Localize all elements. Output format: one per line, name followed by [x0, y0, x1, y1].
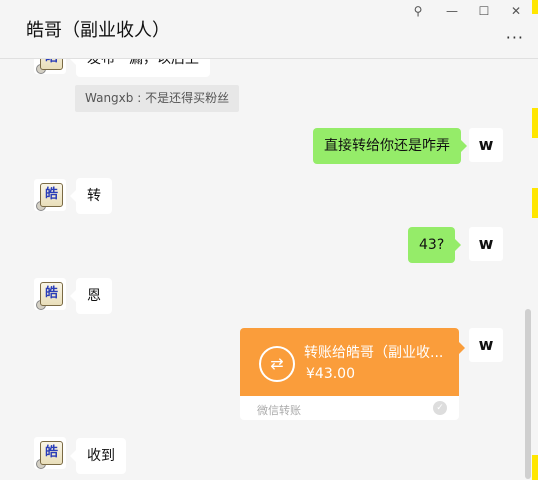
pin-icon[interactable]: ⚲ — [407, 2, 429, 20]
peer-avatar[interactable]: 皓 — [34, 437, 66, 469]
background-window-edge — [532, 108, 538, 138]
more-options-icon[interactable]: ··· — [506, 28, 524, 47]
peer-message[interactable]: 恩 — [70, 278, 112, 314]
peer-message[interactable]: 收到 — [70, 438, 126, 474]
minimize-icon[interactable]: — — [441, 2, 463, 20]
message-list: 皓 发布一漏，以后上 Wangxb : 不是还得买粉丝 直接转给你还是咋弄 ᴡ … — [0, 59, 538, 480]
background-window-edge — [532, 188, 538, 218]
transfer-title: 转账给皓哥（副业收... — [304, 345, 444, 361]
peer-message[interactable]: 转 — [70, 178, 112, 214]
quoted-reply-note[interactable]: Wangxb : 不是还得买粉丝 — [75, 85, 240, 112]
avatar-tile: 皓 — [40, 183, 63, 207]
transfer-amount: ¥43.00 — [306, 366, 355, 382]
title-bar: 皓哥（副业收人） ⚲ — ☐ ✕ ··· — [0, 0, 538, 59]
my-message[interactable]: 直接转给你还是咋弄 — [313, 128, 467, 164]
chat-title: 皓哥（副业收人） — [26, 20, 170, 41]
transfer-card-header: ⇄ 转账给皓哥（副业收... ¥43.00 — [240, 328, 459, 396]
avatar-tile: 皓 — [40, 441, 63, 465]
maximize-icon[interactable]: ☐ — [473, 2, 495, 20]
transfer-card-pointer — [459, 342, 465, 354]
background-window-edge — [532, 455, 538, 480]
peer-avatar[interactable]: 皓 — [34, 179, 66, 211]
shield-icon: ✓ — [433, 401, 447, 415]
my-avatar[interactable]: ᴡ — [469, 128, 503, 162]
avatar-tile: 皓 — [40, 282, 63, 306]
avatar-tile: 皓 — [40, 59, 63, 70]
transfer-footer: 微信转账 — [257, 404, 301, 417]
my-avatar[interactable]: ᴡ — [469, 227, 503, 261]
transfer-icon: ⇄ — [259, 346, 295, 382]
my-avatar[interactable]: ᴡ — [469, 328, 503, 362]
transfer-card[interactable]: ⇄ 转账给皓哥（副业收... ¥43.00 微信转账 ✓ — [240, 328, 459, 420]
peer-avatar[interactable]: 皓 — [34, 278, 66, 310]
peer-avatar[interactable]: 皓 — [34, 59, 66, 74]
scrollbar[interactable] — [525, 309, 531, 479]
background-window-edge — [532, 0, 538, 14]
peer-message[interactable]: 发布一漏，以后上 — [70, 59, 210, 77]
close-icon[interactable]: ✕ — [505, 2, 527, 20]
my-message[interactable]: 43? — [408, 227, 462, 263]
